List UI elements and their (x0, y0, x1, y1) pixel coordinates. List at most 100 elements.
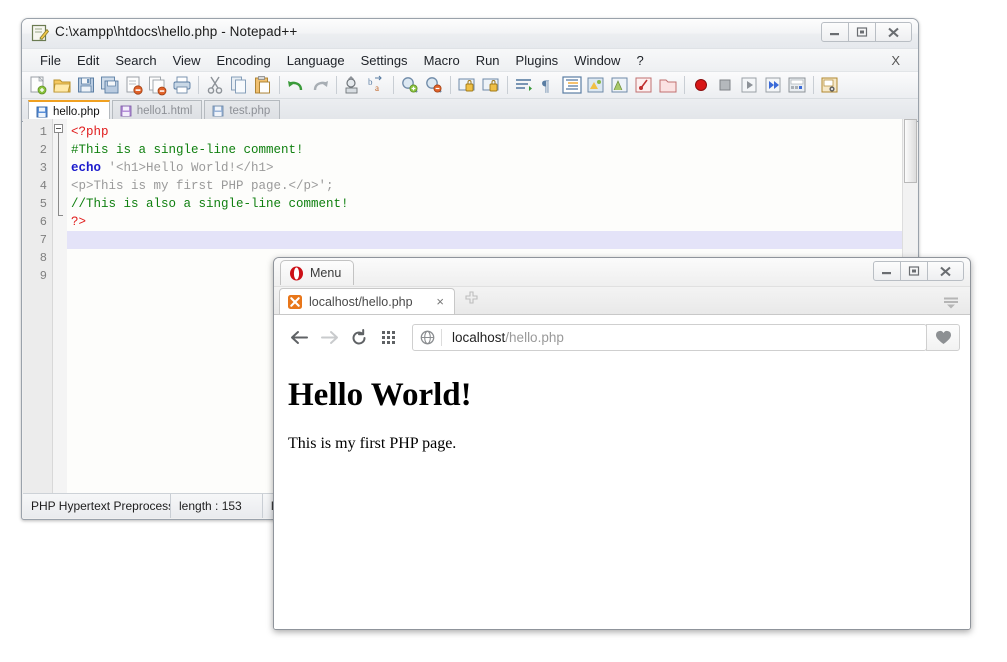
heart-bookmark-icon[interactable] (926, 324, 960, 351)
code-token: '<h1>Hello World!</h1> (109, 161, 274, 175)
toolbar-separator (336, 76, 337, 94)
document-tab-hello1-html[interactable]: hello1.html (112, 100, 203, 121)
opera-browser-window[interactable]: Menu localhost/hello.php × (273, 257, 971, 630)
toolbar-separator (198, 76, 199, 94)
document-tab-hello-php[interactable]: hello.php (28, 100, 110, 121)
new-file-icon[interactable] (27, 74, 49, 96)
line-number: 3 (23, 159, 47, 177)
document-switcher-icon[interactable] (819, 74, 841, 96)
restore-button[interactable] (848, 22, 876, 42)
menu-item-encoding[interactable]: Encoding (209, 52, 279, 69)
restore-button[interactable] (900, 261, 928, 281)
menu-item-view[interactable]: View (165, 52, 209, 69)
minimize-button[interactable] (873, 261, 901, 281)
menu-item-settings[interactable]: Settings (353, 52, 416, 69)
fold-collapse-icon[interactable] (54, 124, 63, 133)
close-button[interactable] (875, 22, 912, 42)
forward-arrow-icon[interactable] (314, 323, 344, 353)
open-file-icon[interactable] (51, 74, 73, 96)
menu-item-language[interactable]: Language (279, 52, 353, 69)
code-line: ?> (67, 213, 917, 231)
status-language: PHP Hypertext Preprocessor (23, 494, 171, 518)
svg-text:a: a (375, 83, 379, 93)
code-line-current[interactable] (67, 231, 917, 249)
cut-icon[interactable] (204, 74, 226, 96)
new-tab-plus-icon[interactable] (465, 291, 478, 308)
word-wrap-icon[interactable] (513, 74, 535, 96)
zoom-in-icon[interactable] (399, 74, 421, 96)
xampp-favicon (288, 295, 302, 309)
menu-item-help[interactable]: ? (628, 52, 651, 69)
macro-record-icon[interactable] (690, 74, 712, 96)
html-file-icon (120, 105, 132, 117)
close-file-icon[interactable] (123, 74, 145, 96)
sidebar-toggle-icon[interactable] (942, 296, 960, 310)
sync-horizontal-scroll-icon[interactable] (480, 74, 502, 96)
find-icon[interactable] (342, 74, 364, 96)
menu-item-macro[interactable]: Macro (416, 52, 468, 69)
function-list-icon[interactable] (633, 74, 655, 96)
paste-icon[interactable] (252, 74, 274, 96)
php-file-icon (36, 106, 48, 118)
document-tab-test-php[interactable]: test.php (204, 100, 280, 121)
menu-item-search[interactable]: Search (107, 52, 164, 69)
back-arrow-icon[interactable] (284, 323, 314, 353)
scrollbar-thumb[interactable] (904, 119, 917, 183)
folder-as-workspace-icon[interactable] (657, 74, 679, 96)
minimize-button[interactable] (821, 22, 849, 42)
show-document-map-icon[interactable] (609, 74, 631, 96)
sync-vertical-scroll-icon[interactable] (456, 74, 478, 96)
menu-item-file[interactable]: File (32, 52, 69, 69)
copy-icon[interactable] (228, 74, 250, 96)
opera-menu-button[interactable]: Menu (280, 260, 354, 285)
globe-icon (413, 330, 441, 345)
notepad-window-controls[interactable] (822, 22, 912, 42)
web-page-content: Hello World! This is my first PHP page. (274, 359, 970, 629)
line-number-gutter: 1 2 3 4 5 6 7 8 9 (23, 119, 53, 493)
save-icon[interactable] (75, 74, 97, 96)
opera-navigation-bar[interactable]: localhost/hello.php (274, 315, 970, 361)
page-heading: Hello World! (288, 377, 956, 413)
browser-tab-localhost-hello-php[interactable]: localhost/hello.php × (279, 288, 455, 314)
menu-item-plugins[interactable]: Plugins (508, 52, 567, 69)
fold-range-end (58, 215, 63, 216)
close-all-icon[interactable] (147, 74, 169, 96)
code-token: ?> (71, 215, 86, 229)
print-icon[interactable] (171, 74, 193, 96)
macro-play-multiple-icon[interactable] (762, 74, 784, 96)
user-defined-language-icon[interactable] (585, 74, 607, 96)
replace-icon[interactable]: ba (366, 74, 388, 96)
reload-icon[interactable] (344, 323, 374, 353)
notepad-menubar[interactable]: File Edit Search View Encoding Language … (22, 49, 918, 72)
notepad-toolbar[interactable]: ba ¶ (22, 72, 918, 99)
save-all-icon[interactable] (99, 74, 121, 96)
opera-window-controls[interactable] (874, 261, 964, 281)
opera-top-strip[interactable]: Menu (274, 258, 970, 287)
redo-icon[interactable] (309, 74, 331, 96)
code-folding-column[interactable] (53, 119, 67, 493)
menu-item-window[interactable]: Window (566, 52, 628, 69)
close-button[interactable] (927, 261, 964, 281)
close-tab-icon[interactable]: × (434, 294, 446, 309)
status-length: length : 153 (171, 494, 263, 518)
close-document-button[interactable]: X (883, 52, 908, 69)
notepad-titlebar[interactable]: C:\xampp\htdocs\hello.php - Notepad++ (22, 19, 918, 49)
line-number: 6 (23, 213, 47, 231)
speed-dial-grid-icon[interactable] (374, 323, 404, 353)
macro-stop-icon[interactable] (714, 74, 736, 96)
page-paragraph: This is my first PHP page. (288, 435, 956, 453)
indent-guide-icon[interactable] (561, 74, 583, 96)
show-all-characters-icon[interactable]: ¶ (537, 74, 559, 96)
macro-save-icon[interactable] (786, 74, 808, 96)
zoom-out-icon[interactable] (423, 74, 445, 96)
line-number: 4 (23, 177, 47, 195)
document-tab-label: hello1.html (137, 105, 193, 117)
menu-item-run[interactable]: Run (468, 52, 508, 69)
address-bar-input[interactable]: localhost/hello.php (412, 324, 927, 351)
undo-icon[interactable] (285, 74, 307, 96)
line-number: 9 (23, 267, 47, 285)
macro-play-icon[interactable] (738, 74, 760, 96)
menu-item-edit[interactable]: Edit (69, 52, 107, 69)
code-token: //This is also a single-line comment! (71, 197, 349, 211)
opera-tab-strip[interactable]: localhost/hello.php × (274, 287, 970, 315)
